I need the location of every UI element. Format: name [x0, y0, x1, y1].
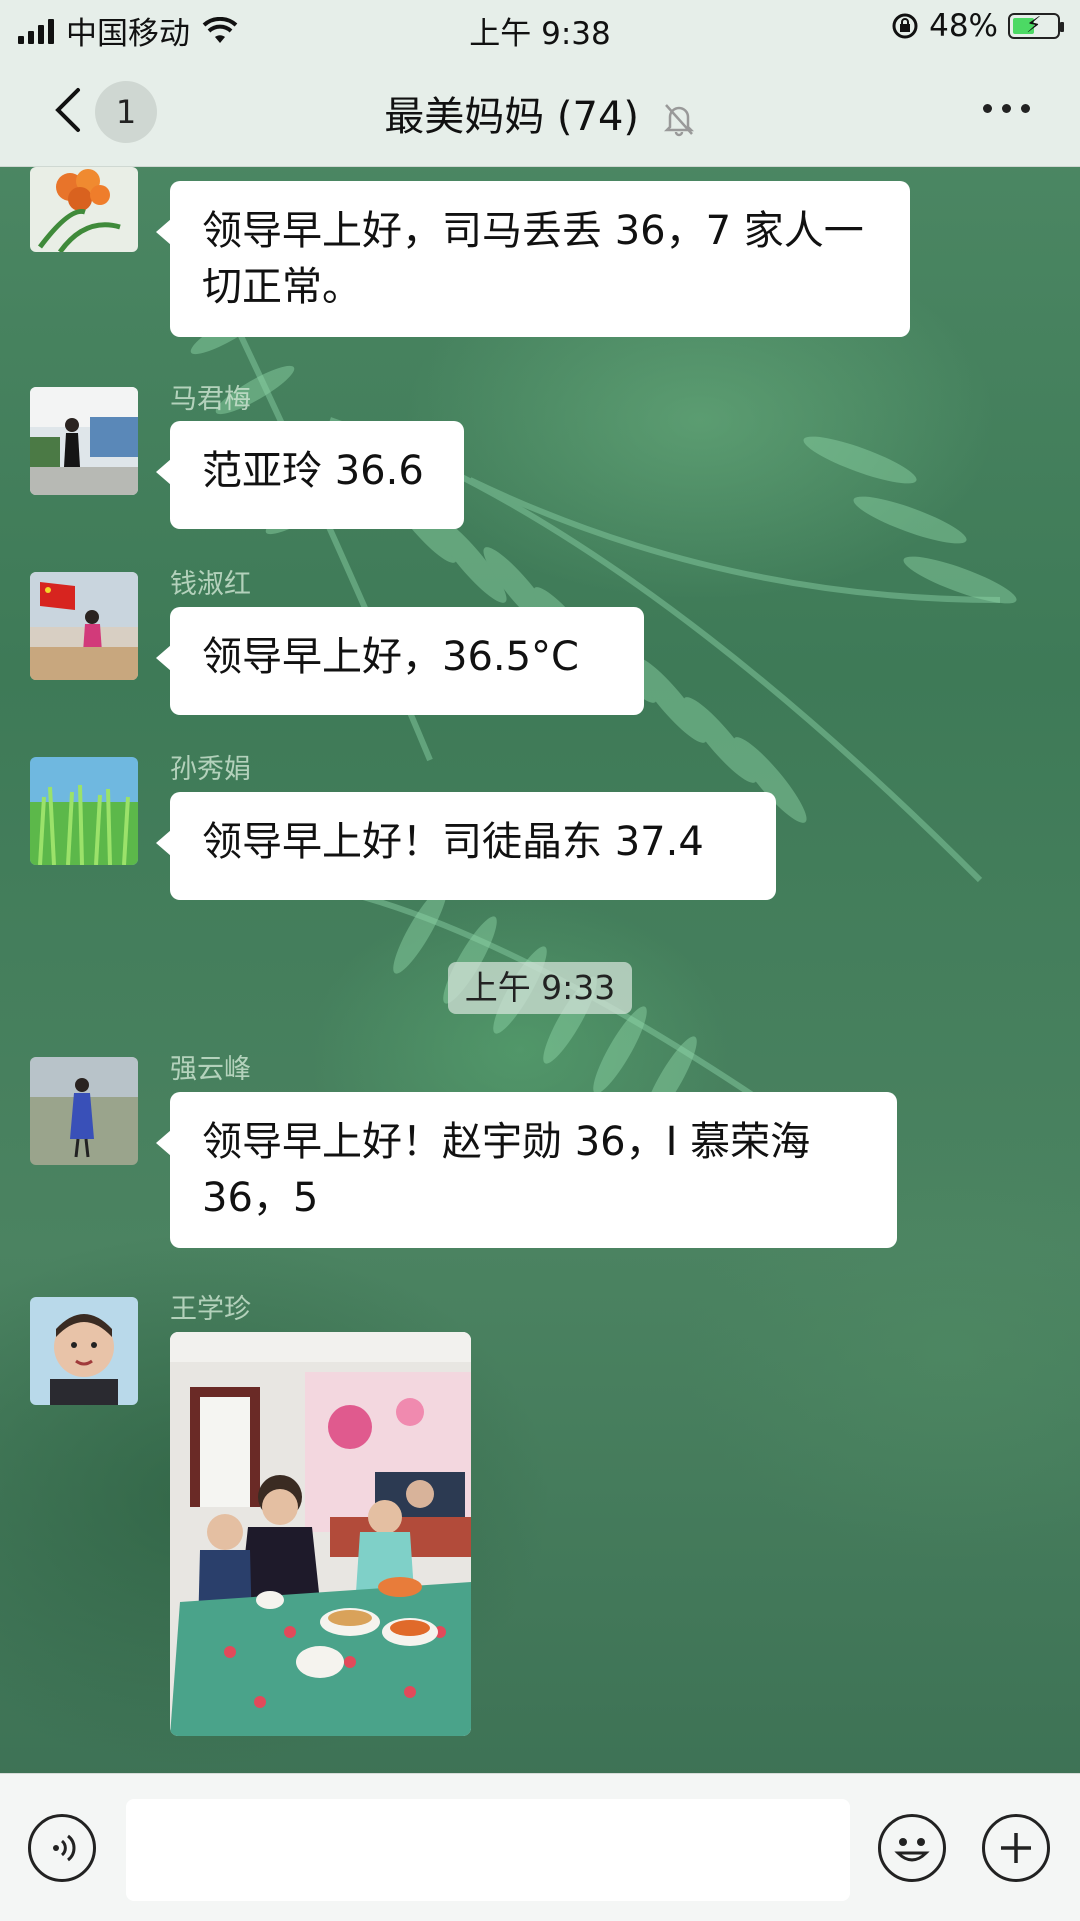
message-text: 领导早上好，司马丢丢 36，7 家人一切正常。: [202, 208, 864, 310]
bell-slash-icon: [663, 104, 694, 137]
plus-circle-icon[interactable]: [982, 1814, 1050, 1882]
sender-name: 钱淑红: [170, 569, 251, 600]
sender-name: 王学珍: [170, 1294, 251, 1325]
message-bubble[interactable]: 领导早上好！司徒晶东 37.4: [156, 792, 776, 900]
message-bubble[interactable]: 领导早上好，司马丢丢 36，7 家人一切正常。: [156, 181, 910, 337]
avatar[interactable]: [30, 1057, 138, 1165]
message-text: 范亚玲 36.6: [202, 448, 424, 494]
message-input[interactable]: [126, 1799, 850, 1901]
message-text: 领导早上好，36.5°C: [202, 634, 579, 680]
input-bar: [0, 1773, 1080, 1921]
photo-message[interactable]: [170, 1332, 471, 1736]
voice-icon[interactable]: [28, 1814, 96, 1882]
avatar[interactable]: [30, 757, 138, 865]
nav-bar: 1 最美妈妈 (74): [0, 54, 1080, 167]
avatar[interactable]: [30, 387, 138, 495]
message-text: 领导早上好！司徒晶东 37.4: [202, 819, 704, 865]
message-text: 领导早上好！赵宇勋 36，I 慕荣海 36，5: [202, 1119, 811, 1221]
avatar[interactable]: [30, 167, 138, 252]
rotation-lock-icon: [892, 13, 918, 39]
message-bubble[interactable]: 领导早上好！赵宇勋 36，I 慕荣海 36，5: [156, 1092, 897, 1248]
battery-percent: 48%: [929, 8, 998, 44]
sender-name: 孙秀娟: [170, 754, 251, 785]
chat-area[interactable]: 领导早上好，司马丢丢 36，7 家人一切正常。 马君梅 范亚玲 36.6 钱淑红: [0, 167, 1080, 1773]
message-bubble[interactable]: 范亚玲 36.6: [156, 421, 464, 529]
status-bar: 中国移动 上午 9:38 48% ⚡: [0, 0, 1080, 54]
avatar[interactable]: [30, 1297, 138, 1405]
sender-name: 强云峰: [170, 1054, 251, 1085]
timestamp-divider: 上午 9:33: [448, 962, 632, 1014]
message-bubble[interactable]: 领导早上好，36.5°C: [156, 607, 644, 715]
emoji-icon[interactable]: [878, 1814, 946, 1882]
sender-name: 马君梅: [170, 384, 251, 415]
chat-title-text: 最美妈妈 (74): [384, 94, 640, 140]
chat-title: 最美妈妈 (74): [0, 84, 1080, 142]
ellipsis-icon[interactable]: [983, 104, 1030, 113]
avatar[interactable]: [30, 572, 138, 680]
battery-icon: ⚡: [1008, 13, 1064, 39]
